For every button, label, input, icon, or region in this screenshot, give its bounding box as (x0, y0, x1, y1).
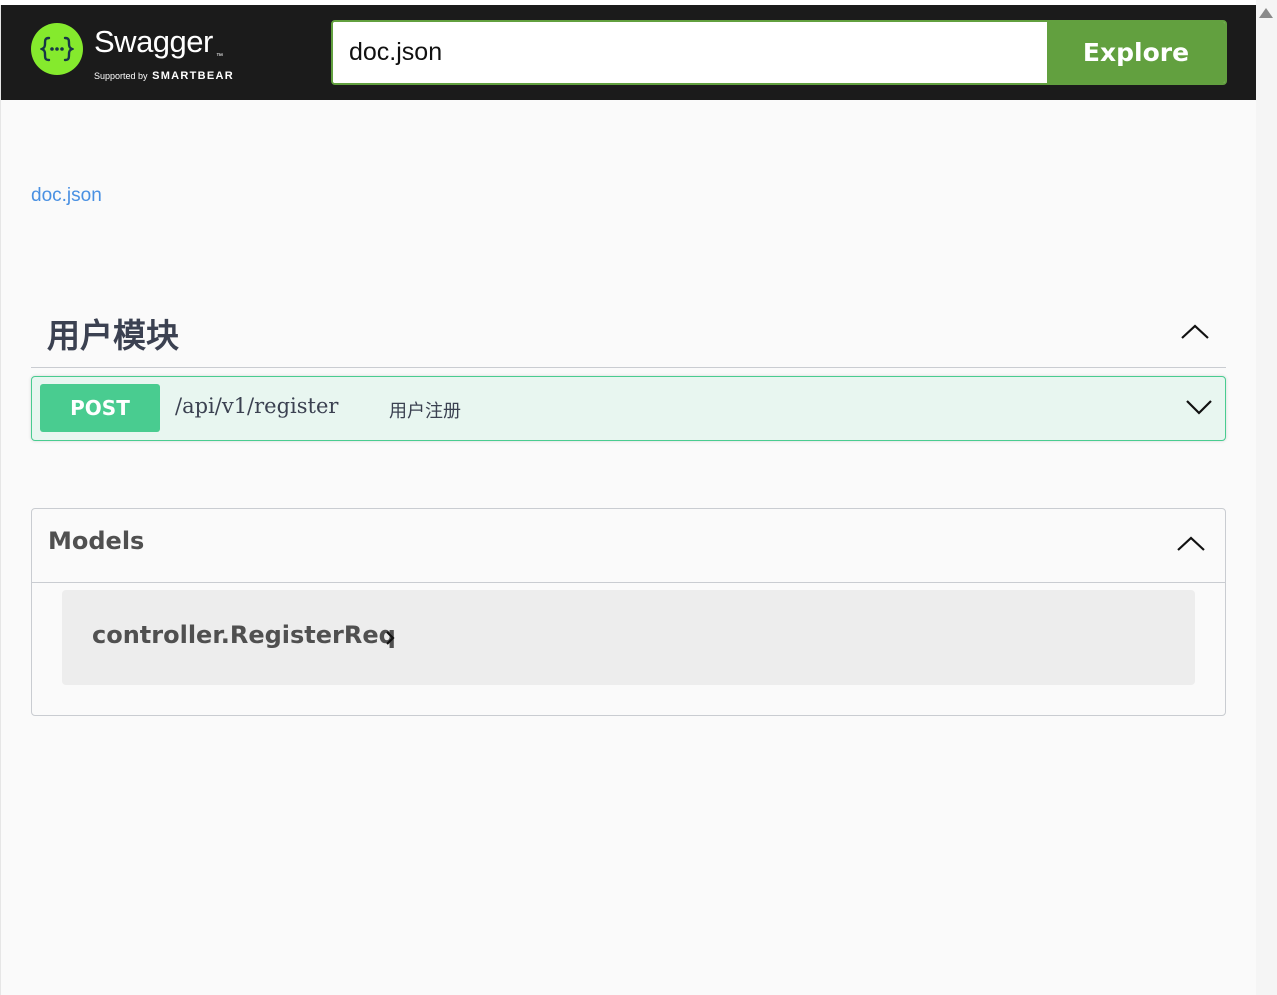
swagger-logo[interactable]: Swagger ™ Supported by SMARTBEAR (31, 22, 271, 84)
topbar: Swagger ™ Supported by SMARTBEAR Explore (1, 5, 1257, 100)
smartbear-text: SMARTBEAR (152, 70, 235, 82)
arrow-up-icon[interactable] (1259, 8, 1273, 18)
explore-button[interactable]: Explore (1047, 22, 1225, 83)
operation-path: /api/v1/register (175, 394, 339, 418)
model-item[interactable]: controller.RegisterReq (62, 590, 1195, 685)
models-title: Models (48, 527, 145, 555)
chevron-up-icon (1181, 324, 1209, 339)
models-header[interactable]: Models (32, 509, 1225, 583)
spec-url-input[interactable] (333, 22, 1047, 83)
logo-trademark: ™ (216, 53, 223, 60)
model-expand-button[interactable] (380, 628, 400, 648)
tag-header[interactable]: 用户模块 (31, 301, 1226, 368)
models-collapse-button[interactable] (1171, 523, 1211, 563)
method-badge-post: POST (40, 384, 160, 432)
swagger-ui-page: Swagger ™ Supported by SMARTBEAR Explore… (0, 5, 1257, 995)
supported-by-text: Supported by (94, 71, 148, 81)
operation-post-register[interactable]: POST /api/v1/register 用户注册 (31, 376, 1226, 441)
operation-summary: 用户注册 (389, 401, 461, 422)
swagger-braces-icon (31, 23, 83, 75)
chevron-up-icon (1177, 536, 1205, 551)
tag-section-user-module: 用户模块 POST /api/v1/register 用户注册 (31, 301, 1226, 441)
logo-wordmark: Swagger (94, 24, 213, 59)
models-section: Models controller.RegisterReq (31, 508, 1226, 716)
page-scrollbar[interactable] (1256, 0, 1277, 995)
chevron-down-icon (1186, 400, 1212, 415)
tag-title: 用户模块 (47, 316, 179, 355)
logo-tagline: Supported by SMARTBEAR (94, 70, 234, 82)
model-name: controller.RegisterReq (92, 621, 396, 649)
operation-expand-button[interactable] (1181, 389, 1217, 425)
chevron-right-icon (386, 631, 395, 645)
spec-url-link[interactable]: doc.json (31, 185, 102, 207)
spec-url-form: Explore (331, 20, 1227, 85)
tag-collapse-button[interactable] (1172, 311, 1218, 351)
